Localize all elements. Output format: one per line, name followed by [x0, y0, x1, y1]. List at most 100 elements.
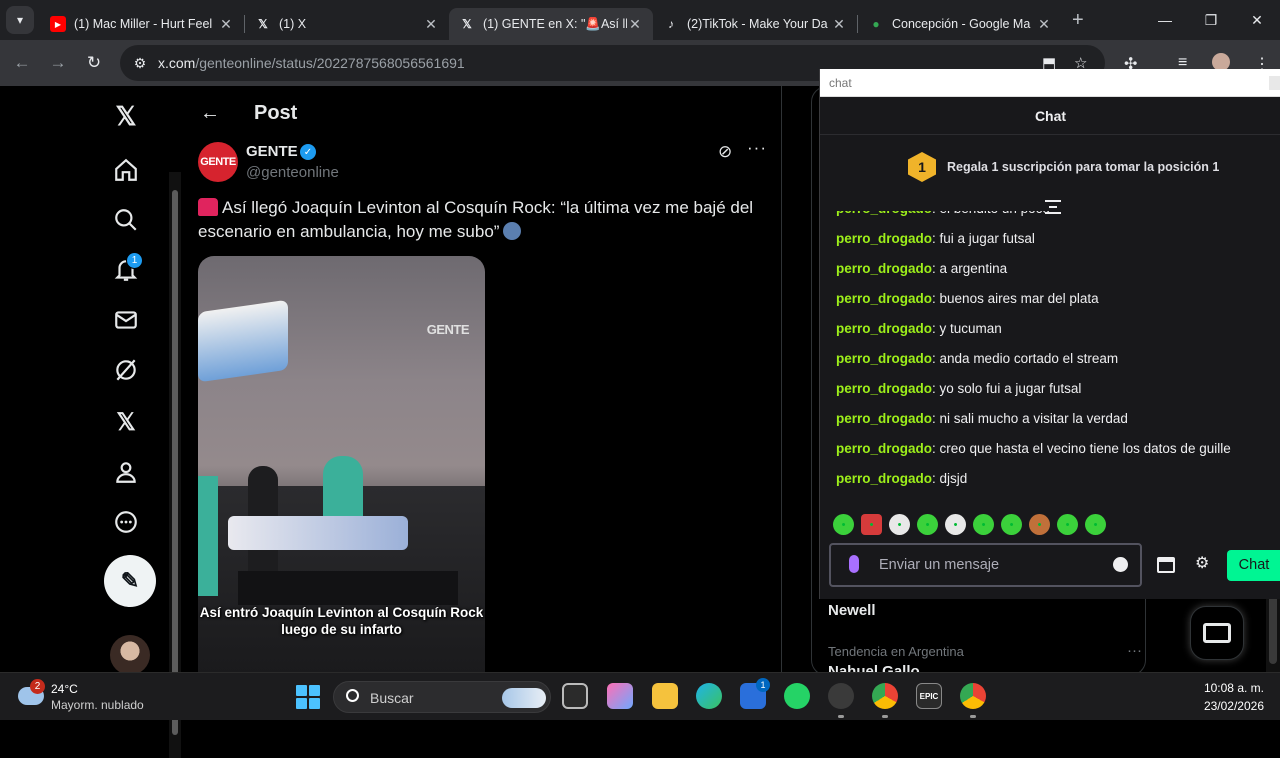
close-tab-icon[interactable]: ✕ — [218, 16, 234, 33]
chat-username[interactable]: perro_drogado — [836, 441, 932, 456]
chat-username[interactable]: perro_drogado — [836, 291, 932, 306]
tab-youtube[interactable]: ▶ (1) Mac Miller - Hurt Feel ✕ — [40, 8, 244, 40]
copilot-icon[interactable] — [607, 683, 633, 709]
chat-message-text: creo que hasta el vecino tiene los datos… — [939, 441, 1231, 456]
url-text[interactable]: x.com/genteonline/status/202278756805656… — [158, 55, 465, 71]
author-handle[interactable]: @genteonline — [246, 164, 339, 181]
chat-messages: perro_drogado: el bendito un pocoperro_d… — [820, 211, 1280, 503]
youtube-icon: ▶ — [50, 16, 66, 32]
weather-temperature[interactable]: 24°C — [51, 682, 78, 696]
account-avatar[interactable] — [110, 635, 150, 675]
tab-title: (1) GENTE en X: "🚨Así ll — [483, 16, 627, 31]
more-options-icon[interactable] — [110, 506, 142, 538]
left-scrollbar[interactable] — [169, 172, 181, 758]
send-chat-button[interactable]: Chat — [1227, 550, 1280, 581]
chat-username[interactable]: perro_drogado — [836, 381, 932, 396]
taskbar-clock[interactable]: 10:08 a. m. — [1194, 681, 1264, 695]
emote-icon[interactable]: • — [1001, 514, 1022, 535]
epic-games-icon[interactable]: EPIC — [916, 683, 942, 709]
weather-description[interactable]: Mayorm. nublado — [51, 698, 144, 712]
taskbar-search[interactable]: Buscar — [333, 681, 551, 713]
x-logo-icon[interactable]: 𝕏 — [110, 100, 142, 132]
gift-sub-banner[interactable]: 1 Regala 1 suscripción para tomar la pos… — [820, 135, 1280, 201]
trend-more-icon[interactable]: ··· — [1127, 642, 1142, 659]
tab-search-button[interactable]: ▾ — [6, 6, 34, 34]
messages-mail-icon[interactable] — [110, 304, 142, 336]
chat-colon: : — [932, 231, 940, 246]
premium-x-icon[interactable]: 𝕏 — [110, 406, 142, 438]
chat-message: perro_drogado: y tucuman — [836, 320, 1002, 338]
obs-studio-icon[interactable] — [828, 683, 854, 709]
trend-item-title[interactable]: Newell — [828, 602, 876, 619]
scrollbar-thumb[interactable] — [172, 190, 178, 735]
messages-drawer-button[interactable] — [1190, 606, 1244, 660]
file-explorer-icon[interactable] — [652, 683, 678, 709]
emote-icon[interactable]: • — [889, 514, 910, 535]
chat-username[interactable]: perro_drogado — [836, 261, 932, 276]
grok-explain-icon[interactable]: ⊘ — [718, 142, 732, 162]
compose-post-button[interactable]: ✎ — [104, 555, 156, 607]
close-tab-icon[interactable]: ✕ — [627, 16, 643, 33]
chat-input-box[interactable] — [829, 543, 1142, 587]
popup-close-button[interactable] — [1269, 76, 1280, 90]
site-info-icon[interactable]: ⚙ — [130, 55, 150, 72]
minimize-button[interactable]: — — [1142, 0, 1188, 40]
more-dots-icon[interactable]: ··· — [747, 138, 767, 158]
chat-username[interactable]: perro_drogado — [836, 321, 932, 336]
emote-picker-icon[interactable] — [1113, 557, 1128, 572]
explore-search-icon[interactable] — [110, 204, 142, 236]
emote-icon[interactable]: • — [833, 514, 854, 535]
tab-tiktok[interactable]: ♪ (2)TikTok - Make Your Da ✕ — [653, 8, 857, 40]
close-window-button[interactable]: ✕ — [1234, 0, 1280, 40]
emote-icon[interactable]: • — [1029, 514, 1050, 535]
chat-username[interactable]: perro_drogado — [836, 211, 932, 216]
edge-browser-icon[interactable] — [696, 683, 722, 709]
popup-title-bar[interactable]: chat — [820, 69, 1280, 97]
close-tab-icon[interactable]: ✕ — [1036, 16, 1052, 33]
task-view-icon[interactable] — [562, 683, 588, 709]
chat-message-input[interactable] — [879, 554, 1099, 576]
chat-username[interactable]: perro_drogado — [836, 471, 932, 486]
chat-username[interactable]: perro_drogado — [836, 351, 932, 366]
trend-item-title[interactable]: Nahuel Gallo — [828, 663, 920, 672]
store-icon[interactable] — [1157, 557, 1175, 573]
home-icon[interactable] — [110, 154, 142, 186]
leaderboard-position-badge: 1 — [908, 152, 936, 182]
chat-message-text: anda medio cortado el stream — [939, 351, 1119, 366]
back-arrow-icon[interactable]: ← — [200, 102, 220, 125]
author-name[interactable]: GENTE — [246, 143, 298, 160]
stretcher-image — [198, 299, 288, 383]
tab-x-home[interactable]: 𝕏 (1) X ✕ — [245, 8, 449, 40]
tab-title: (1) X — [279, 17, 307, 31]
chat-settings-gear-icon[interactable]: ⚙ — [1195, 553, 1209, 573]
microphone-icon[interactable] — [849, 555, 859, 573]
chat-username[interactable]: perro_drogado — [836, 411, 932, 426]
chat-message-text: yo solo fui a jugar futsal — [939, 381, 1082, 396]
tab-title: (1) Mac Miller - Hurt Feel — [74, 17, 213, 31]
emote-icon[interactable]: • — [973, 514, 994, 535]
close-tab-icon[interactable]: ✕ — [423, 16, 439, 33]
forward-arrow-icon[interactable]: → — [40, 53, 76, 73]
close-tab-icon[interactable]: ✕ — [831, 16, 847, 33]
chrome-profile-icon[interactable] — [872, 683, 898, 709]
chrome-icon[interactable] — [960, 683, 986, 709]
emote-icon[interactable]: • — [1085, 514, 1106, 535]
windows-start-icon[interactable] — [296, 685, 320, 709]
grok-icon[interactable] — [110, 354, 142, 386]
whatsapp-icon[interactable] — [784, 683, 810, 709]
profile-person-icon[interactable] — [110, 456, 142, 488]
taskbar-date[interactable]: 23/02/2026 — [1194, 699, 1264, 713]
emote-icon[interactable]: • — [1057, 514, 1078, 535]
emote-icon[interactable]: • — [861, 514, 882, 535]
reload-icon[interactable]: ↻ — [76, 53, 112, 73]
new-tab-button[interactable]: + — [1072, 9, 1084, 32]
post-video[interactable]: GENTE Así entró Joaquín Levinton al Cosq… — [198, 256, 485, 672]
tab-google-maps[interactable]: ● Concepción - Google Ma ✕ — [858, 8, 1062, 40]
emote-icon[interactable]: • — [917, 514, 938, 535]
author-avatar[interactable]: GENTE — [198, 142, 238, 182]
restore-button[interactable]: ❐ — [1188, 0, 1234, 40]
back-arrow-icon[interactable]: ← — [4, 53, 40, 73]
tab-gente-post[interactable]: 𝕏 (1) GENTE en X: "🚨Así ll ✕ — [449, 8, 653, 40]
chat-username[interactable]: perro_drogado — [836, 231, 932, 246]
emote-icon[interactable]: • — [945, 514, 966, 535]
